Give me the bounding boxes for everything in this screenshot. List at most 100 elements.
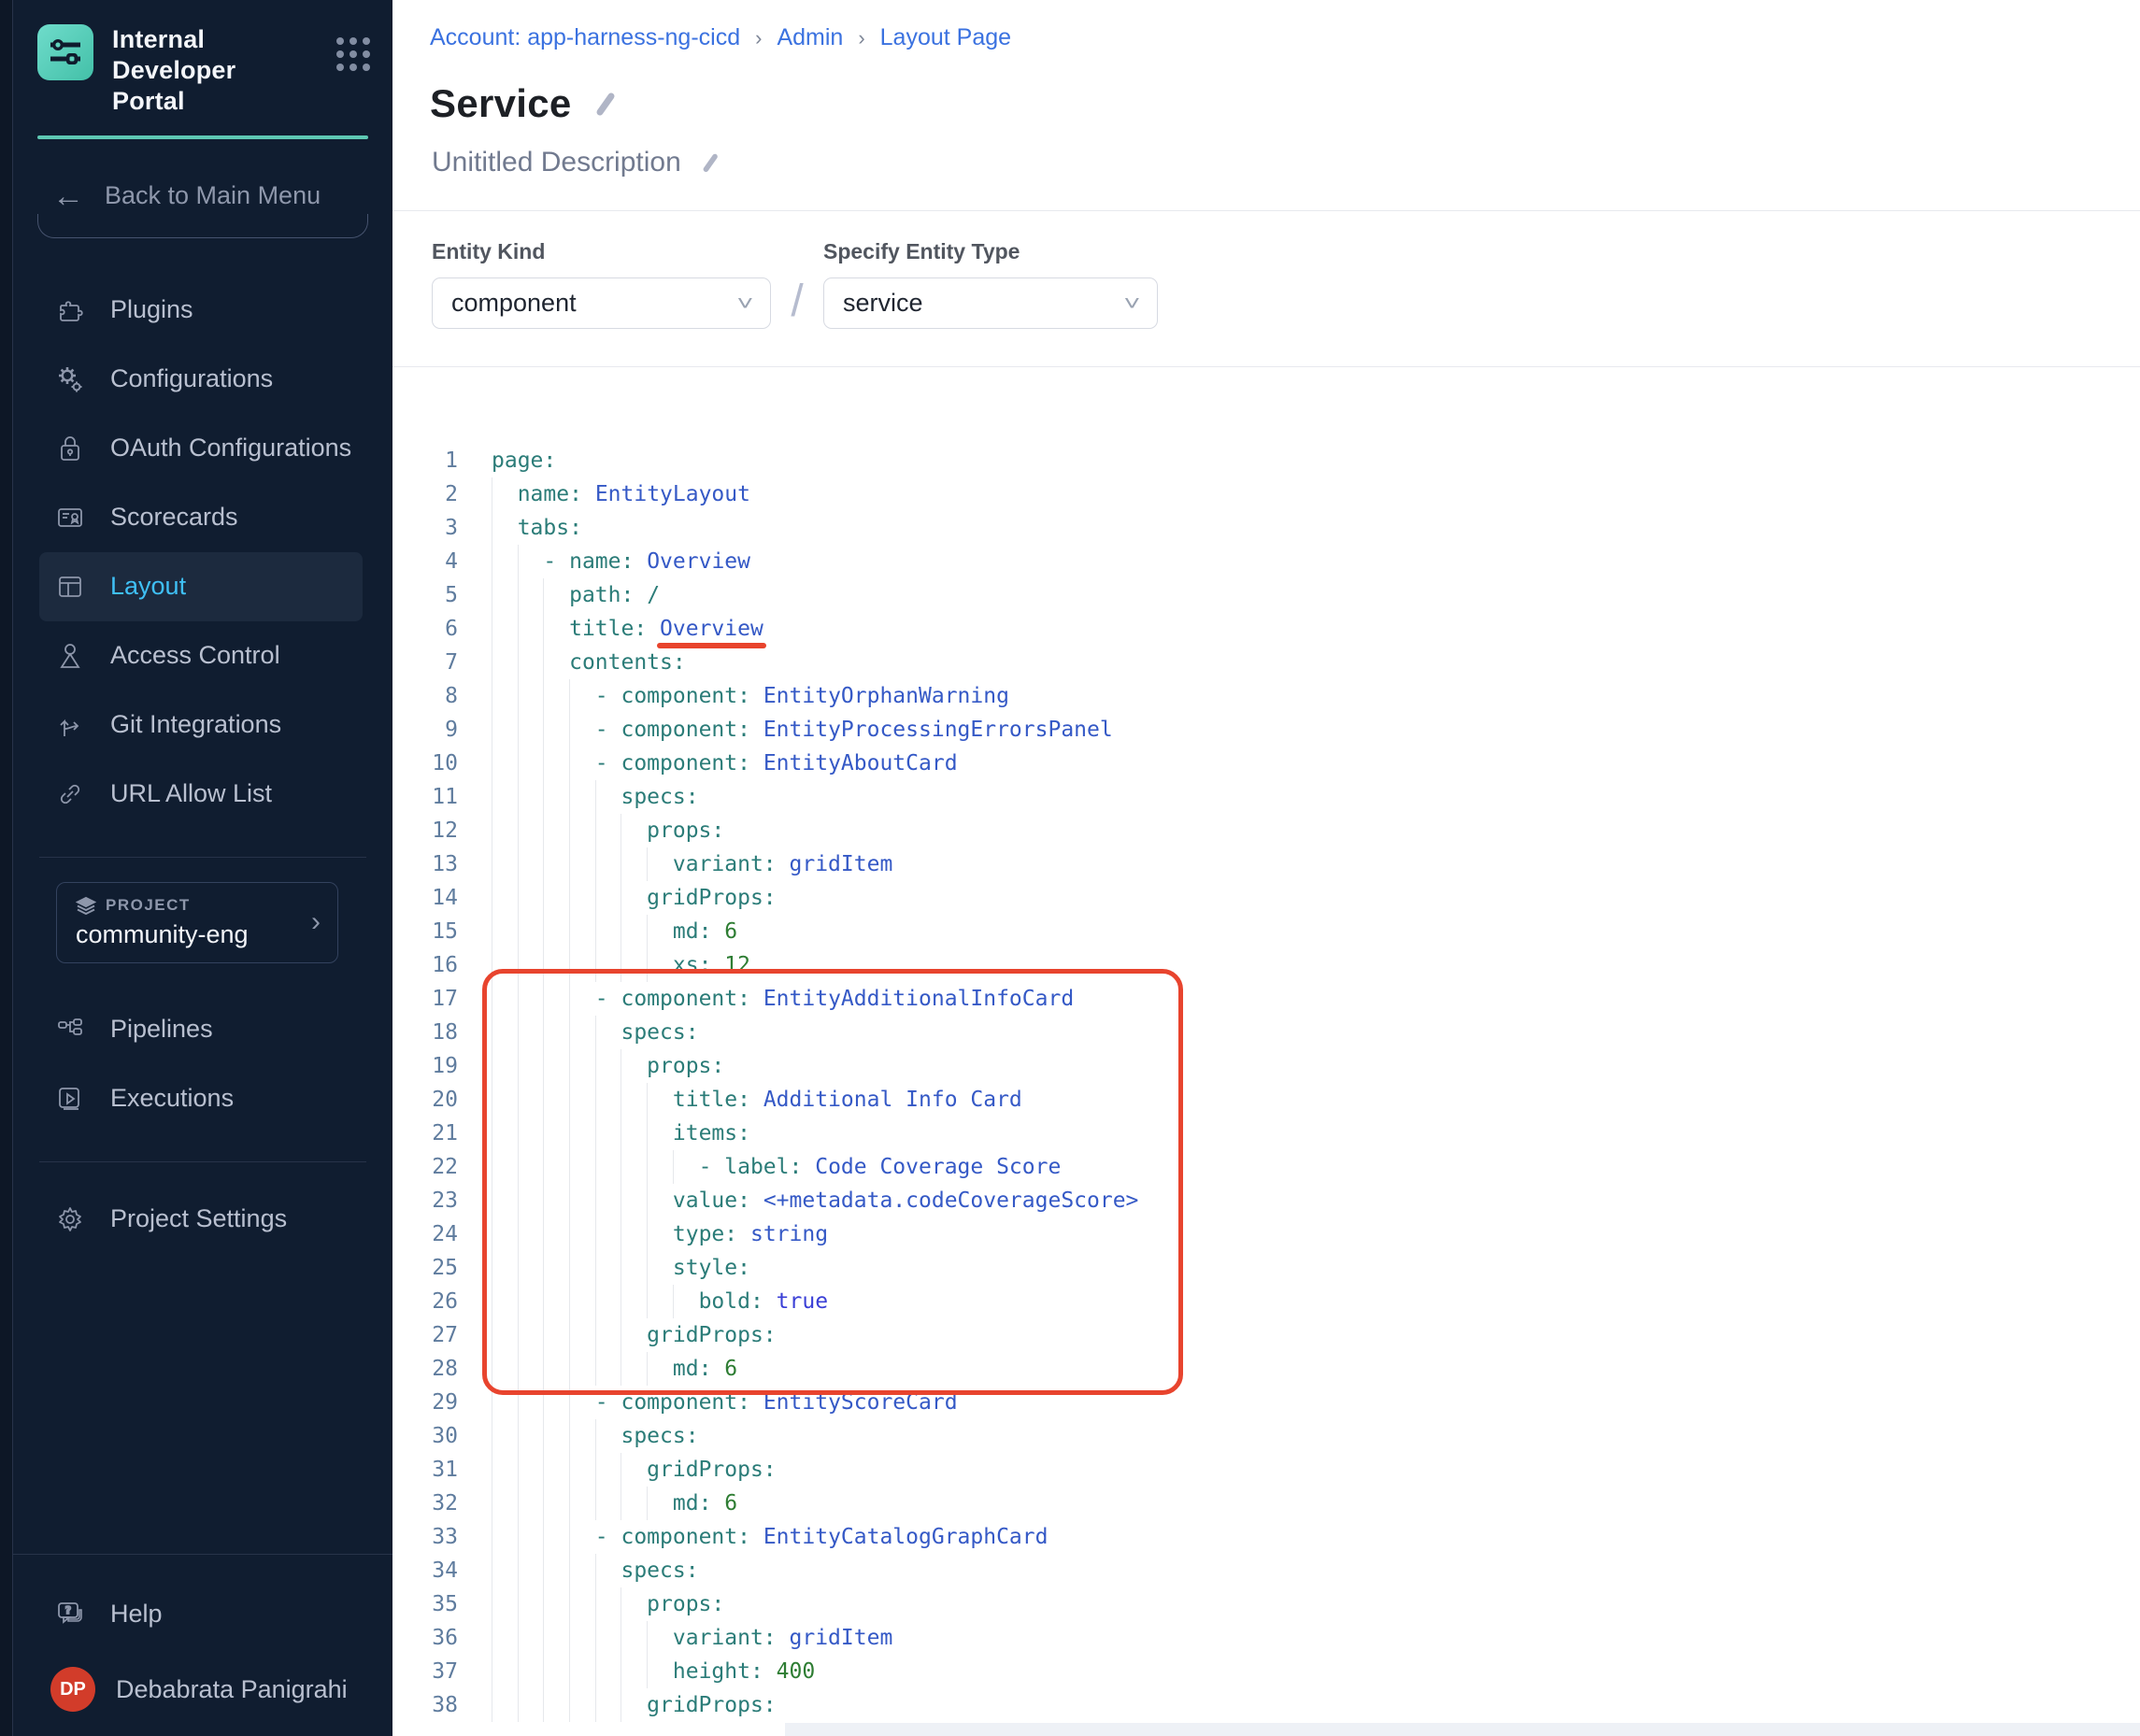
code-line[interactable]: 17 - component: EntityAdditionalInfoCard xyxy=(411,982,2140,1016)
code-line[interactable]: 13 variant: gridItem xyxy=(411,847,2140,881)
line-number: 38 xyxy=(411,1688,458,1722)
sidebar-item-configurations[interactable]: Configurations xyxy=(13,345,392,414)
code-line[interactable]: 2 name: EntityLayout xyxy=(411,477,2140,511)
line-number: 24 xyxy=(411,1217,458,1251)
sidebar-item-executions[interactable]: Executions xyxy=(13,1064,392,1133)
user-menu[interactable]: DP Debabrata Panigrahi xyxy=(13,1648,392,1712)
sidebar-item-access-control[interactable]: Access Control xyxy=(13,621,392,690)
code-line[interactable]: 34 specs: xyxy=(411,1554,2140,1587)
sidebar-item-git-integrations[interactable]: Git Integrations xyxy=(13,690,392,760)
code-line[interactable]: 38 gridProps: xyxy=(411,1688,2140,1722)
code-line[interactable]: 5 path: / xyxy=(411,578,2140,612)
layers-icon xyxy=(76,896,96,915)
app-title: Internal Developer Portal xyxy=(112,24,307,117)
line-number: 12 xyxy=(411,814,458,847)
breadcrumb-layout-page[interactable]: Layout Page xyxy=(880,24,1011,51)
sidebar-item-scorecards[interactable]: Scorecards xyxy=(13,483,392,552)
code-line[interactable]: 30 specs: xyxy=(411,1419,2140,1453)
code-line[interactable]: 26 bold: true xyxy=(411,1285,2140,1318)
code-line[interactable]: 1page: xyxy=(411,444,2140,477)
code-line[interactable]: 8 - component: EntityOrphanWarning xyxy=(411,679,2140,713)
line-number: 32 xyxy=(411,1487,458,1520)
code-line[interactable]: 14 gridProps: xyxy=(411,881,2140,915)
code-line[interactable]: 29 - component: EntityScoreCard xyxy=(411,1386,2140,1419)
line-number: 6 xyxy=(411,612,458,646)
entity-type-value: service xyxy=(843,289,923,318)
code-line[interactable]: 7 contents: xyxy=(411,646,2140,679)
layout-icon xyxy=(54,571,86,603)
gear-icon xyxy=(54,1203,86,1235)
code-line[interactable]: 32 md: 6 xyxy=(411,1487,2140,1520)
code-line[interactable]: 22 - label: Code Coverage Score xyxy=(411,1150,2140,1184)
code-line[interactable]: 12 props: xyxy=(411,814,2140,847)
line-number: 3 xyxy=(411,511,458,545)
entity-kind-value: component xyxy=(451,289,577,318)
settings-nav: Project Settings xyxy=(13,1185,392,1254)
breadcrumb-account[interactable]: Account: app-harness-ng-cicd xyxy=(430,24,740,51)
line-number: 8 xyxy=(411,679,458,713)
code-line[interactable]: 33 - component: EntityCatalogGraphCard xyxy=(411,1520,2140,1554)
code-line[interactable]: 16 xs: 12 xyxy=(411,948,2140,982)
code-line[interactable]: 27 gridProps: xyxy=(411,1318,2140,1352)
line-number: 18 xyxy=(411,1016,458,1049)
help-chat-icon: ? xyxy=(54,1598,86,1629)
code-line[interactable]: 21 items: xyxy=(411,1117,2140,1150)
entity-type-label: Specify Entity Type xyxy=(823,239,1158,264)
code-line[interactable]: 35 props: xyxy=(411,1587,2140,1621)
line-number: 37 xyxy=(411,1655,458,1688)
line-number: 11 xyxy=(411,780,458,814)
help-button[interactable]: ? Help xyxy=(13,1579,392,1648)
editor-scroll-track[interactable] xyxy=(785,1723,2140,1736)
code-line[interactable]: 3 tabs: xyxy=(411,511,2140,545)
sidebar-header: Internal Developer Portal xyxy=(13,0,392,117)
puzzle-icon xyxy=(54,294,86,326)
code-line[interactable]: 6 title: Overview xyxy=(411,612,2140,646)
sidebar-item-label: Plugins xyxy=(110,295,193,324)
entity-kind-select[interactable]: component ˅ xyxy=(432,277,771,329)
sidebar-item-layout[interactable]: Layout xyxy=(39,552,363,621)
back-label: Back to Main Menu xyxy=(105,181,321,210)
entity-form: Entity Kind component ˅ / Specify Entity… xyxy=(392,211,2140,329)
code-line[interactable]: 23 value: <+metadata.codeCoverageScore> xyxy=(411,1184,2140,1217)
sidebar-item-oauth-configurations[interactable]: OAuth Configurations xyxy=(13,414,392,483)
back-to-main-menu[interactable]: ← Back to Main Menu xyxy=(52,180,368,212)
kind-type-separator: / xyxy=(771,276,823,329)
code-line[interactable]: 28 md: 6 xyxy=(411,1352,2140,1386)
code-line[interactable]: 20 title: Additional Info Card xyxy=(411,1083,2140,1117)
project-selector[interactable]: PROJECT community-eng › xyxy=(56,882,338,963)
code-line[interactable]: 11 specs: xyxy=(411,780,2140,814)
app-switcher-icon[interactable] xyxy=(336,37,370,71)
line-number: 33 xyxy=(411,1520,458,1554)
code-line[interactable]: 24 type: string xyxy=(411,1217,2140,1251)
code-line[interactable]: 19 props: xyxy=(411,1049,2140,1083)
entity-kind-label: Entity Kind xyxy=(432,239,771,264)
code-line[interactable]: 31 gridProps: xyxy=(411,1453,2140,1487)
sidebar-item-url-allow-list[interactable]: URL Allow List xyxy=(13,760,392,829)
sidebar: Internal Developer Portal ← Back to Main… xyxy=(13,0,392,1736)
code-line[interactable]: 18 specs: xyxy=(411,1016,2140,1049)
edit-description-pencil-icon[interactable] xyxy=(700,151,722,174)
breadcrumb-admin[interactable]: Admin xyxy=(777,24,843,51)
line-number: 1 xyxy=(411,444,458,477)
code-line[interactable]: 4 - name: Overview xyxy=(411,545,2140,578)
line-number: 27 xyxy=(411,1318,458,1352)
sidebar-item-pipelines[interactable]: Pipelines xyxy=(13,995,392,1064)
code-line[interactable]: 15 md: 6 xyxy=(411,915,2140,948)
edit-title-pencil-icon[interactable] xyxy=(592,90,621,118)
sidebar-item-plugins[interactable]: Plugins xyxy=(13,276,392,345)
sidebar-item-label: Scorecards xyxy=(110,503,238,532)
sidebar-divider xyxy=(13,1554,392,1555)
project-nav: Pipelines Executions xyxy=(13,995,392,1133)
line-number: 31 xyxy=(411,1453,458,1487)
code-line[interactable]: 25 style: xyxy=(411,1251,2140,1285)
sidebar-item-project-settings[interactable]: Project Settings xyxy=(13,1185,392,1254)
code-line[interactable]: 10 - component: EntityAboutCard xyxy=(411,747,2140,780)
code-line[interactable]: 37 height: 400 xyxy=(411,1655,2140,1688)
code-line[interactable]: 9 - component: EntityProcessingErrorsPan… xyxy=(411,713,2140,747)
code-line[interactable]: 36 variant: gridItem xyxy=(411,1621,2140,1655)
line-number: 34 xyxy=(411,1554,458,1587)
line-number: 9 xyxy=(411,713,458,747)
avatar: DP xyxy=(50,1667,95,1712)
entity-type-select[interactable]: service ˅ xyxy=(823,277,1158,329)
yaml-editor[interactable]: 1page:2 name: EntityLayout3 tabs:4 - nam… xyxy=(392,444,2140,1722)
